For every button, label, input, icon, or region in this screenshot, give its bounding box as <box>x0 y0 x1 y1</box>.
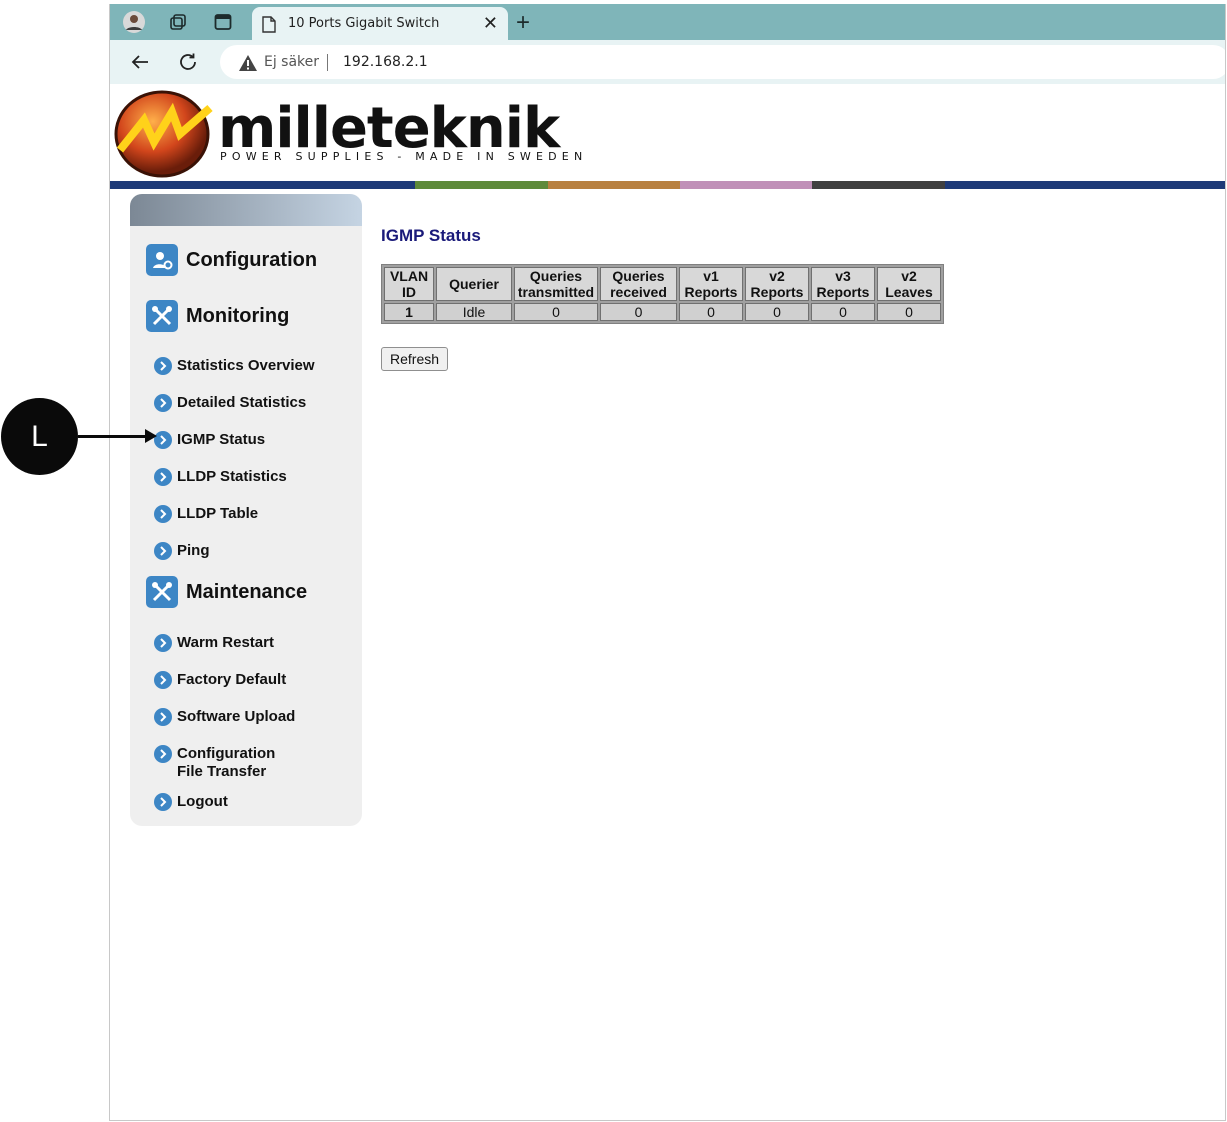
querier-cell: Idle <box>436 303 512 321</box>
sidebar-item-software-upload[interactable]: Software Upload <box>154 708 295 726</box>
chevron-right-icon <box>154 745 172 763</box>
column-header: Queries received <box>600 267 677 301</box>
color-stripe <box>548 181 680 189</box>
color-stripe <box>680 181 812 189</box>
tab-active[interactable]: 10 Ports Gigabit Switch ✕ <box>252 7 508 40</box>
column-header: Querier <box>436 267 512 301</box>
sidebar-item-statistics-overview[interactable]: Statistics Overview <box>154 357 315 375</box>
column-header: v3 Reports <box>811 267 875 301</box>
section-configuration[interactable]: Configuration <box>146 244 317 276</box>
sidebar-item-label[interactable]: Factory Default <box>177 671 286 689</box>
chevron-right-icon <box>154 505 172 523</box>
url-field[interactable]: Ej säker 192.168.2.1 <box>220 45 1225 79</box>
brand-tagline: POWER SUPPLIES - MADE IN SWEDEN <box>220 150 588 163</box>
v1-reports-cell: 0 <box>679 303 743 321</box>
configuration-icon <box>146 244 178 276</box>
chevron-right-icon <box>154 542 172 560</box>
browser-window: 10 Ports Gigabit Switch ✕ + Ej säker 192… <box>109 4 1226 1121</box>
sidebar-item-ping[interactable]: Ping <box>154 542 210 560</box>
new-tab-icon[interactable]: + <box>516 9 530 37</box>
igmp-status-table: VLAN ID Querier Queries transmitted Querie… <box>381 264 944 324</box>
v2-leaves-cell: 0 <box>877 303 941 321</box>
queries-received-cell: 0 <box>600 303 677 321</box>
chevron-right-icon <box>154 708 172 726</box>
color-stripe <box>415 181 548 189</box>
table-header-row: VLAN ID Querier Queries transmitted Querie… <box>384 267 941 301</box>
color-stripe <box>812 181 945 189</box>
chevron-right-icon <box>154 357 172 375</box>
sidebar-item-label[interactable]: Ping <box>177 542 210 560</box>
color-stripe <box>945 181 1225 189</box>
back-icon[interactable] <box>128 50 152 74</box>
sidebar-menu: Configuration Monitoring Statistics Over… <box>130 194 362 826</box>
sidebar-item-logout[interactable]: Logout <box>154 793 228 811</box>
chevron-right-icon <box>154 634 172 652</box>
sidebar-item-label[interactable]: Statistics Overview <box>177 357 315 375</box>
sidebar-item-label[interactable]: Software Upload <box>177 708 295 726</box>
v3-reports-cell: 0 <box>811 303 875 321</box>
chevron-right-icon <box>154 671 172 689</box>
brand-logo-icon <box>114 88 214 185</box>
close-tab-icon[interactable]: ✕ <box>483 13 498 34</box>
tools-icon <box>146 576 178 608</box>
sidebar-item-configuration-file-transfer[interactable]: Configuration File Transfer <box>154 745 284 781</box>
reload-icon[interactable] <box>176 50 200 74</box>
refresh-button[interactable]: Refresh <box>381 347 449 371</box>
chevron-right-icon <box>154 793 172 811</box>
tools-icon <box>146 300 178 332</box>
annotation-arrow <box>78 435 150 438</box>
column-header: v2 Reports <box>745 267 809 301</box>
security-label[interactable]: Ej säker <box>264 54 319 70</box>
section-label[interactable]: Monitoring <box>186 305 289 328</box>
sidebar-item-label[interactable]: Detailed Statistics <box>177 394 306 412</box>
address-bar: Ej säker 192.168.2.1 <box>110 40 1225 84</box>
queries-transmitted-cell: 0 <box>514 303 598 321</box>
sidebar-item-label[interactable]: Warm Restart <box>177 634 274 652</box>
profile-avatar-icon[interactable] <box>122 10 146 34</box>
sidebar-item-label[interactable]: LLDP Statistics <box>177 468 287 486</box>
divider <box>327 54 328 71</box>
document-icon <box>262 16 276 38</box>
page-title: IGMP Status <box>381 226 481 245</box>
sidebar-item-warm-restart[interactable]: Warm Restart <box>154 634 274 652</box>
vlan-id-cell: 1 <box>384 303 434 321</box>
chevron-right-icon <box>154 394 172 412</box>
annotation-callout: L <box>1 398 78 475</box>
sidebar-item-label[interactable]: Configuration File Transfer <box>177 745 284 781</box>
sidebar-item-label[interactable]: IGMP Status <box>177 431 265 449</box>
section-monitoring[interactable]: Monitoring <box>146 300 289 332</box>
chevron-right-icon <box>154 468 172 486</box>
column-header: VLAN ID <box>384 267 434 301</box>
sidebar-item-lldp-table[interactable]: LLDP Table <box>154 505 258 523</box>
tab-bar: 10 Ports Gigabit Switch ✕ + <box>110 4 1225 40</box>
table-row: 1 Idle 0 0 0 0 0 0 <box>384 303 941 321</box>
sidebar-item-label[interactable]: Logout <box>177 793 228 811</box>
tab-actions-icon[interactable] <box>211 10 235 34</box>
section-label[interactable]: Maintenance <box>186 581 307 604</box>
column-header: v2 Leaves <box>877 267 941 301</box>
warning-icon[interactable] <box>238 54 258 77</box>
sidebar-item-igmp-status[interactable]: IGMP Status <box>154 431 265 449</box>
column-header: v1 Reports <box>679 267 743 301</box>
sidebar-header <box>130 194 362 226</box>
workspaces-icon[interactable] <box>166 10 190 34</box>
sidebar-item-label[interactable]: LLDP Table <box>177 505 258 523</box>
tab-title: 10 Ports Gigabit Switch <box>288 16 440 31</box>
v2-reports-cell: 0 <box>745 303 809 321</box>
sidebar-item-factory-default[interactable]: Factory Default <box>154 671 286 689</box>
url-text[interactable]: 192.168.2.1 <box>343 54 428 70</box>
section-label[interactable]: Configuration <box>186 249 317 272</box>
section-maintenance[interactable]: Maintenance <box>146 576 307 608</box>
annotation-arrow-head <box>145 429 157 443</box>
sidebar-item-lldp-statistics[interactable]: LLDP Statistics <box>154 468 287 486</box>
sidebar-item-detailed-statistics[interactable]: Detailed Statistics <box>154 394 306 412</box>
column-header: Queries transmitted <box>514 267 598 301</box>
color-stripe <box>110 181 415 189</box>
